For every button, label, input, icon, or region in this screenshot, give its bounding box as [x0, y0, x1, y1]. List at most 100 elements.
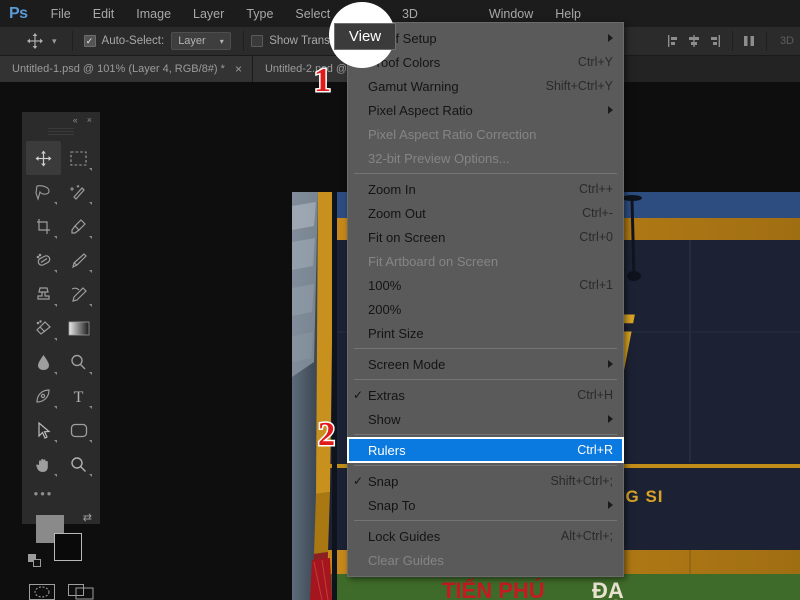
menu-item-label: Clear Guides [368, 552, 444, 568]
menu-item-zoom-out[interactable]: Zoom Out Ctrl+- [348, 201, 623, 225]
brush-tool[interactable] [61, 243, 96, 277]
swap-colors-icon[interactable]: ⇄ [83, 511, 92, 524]
rectangular-marquee-tool[interactable] [61, 141, 96, 175]
show-transform-checkbox[interactable]: ✓ [251, 35, 264, 47]
menu-separator [354, 520, 617, 521]
menu-item-label: Zoom Out [368, 205, 426, 221]
annotation-badge-1: 1 [313, 62, 333, 99]
options-divider-3 [731, 31, 733, 51]
submenu-arrow-icon [608, 106, 613, 114]
menu-item-rulers[interactable]: Rulers Ctrl+R [347, 437, 624, 463]
menu-item-print-size[interactable]: Print Size [348, 321, 623, 345]
options-divider [71, 31, 73, 51]
menu-separator [354, 465, 617, 466]
menu-item-pixel-aspect-ratio[interactable]: Pixel Aspect Ratio [348, 98, 623, 122]
menu-item-shortcut: Ctrl+Y [577, 55, 613, 69]
menu-item-screen-mode[interactable]: Screen Mode [348, 352, 623, 376]
gradient-tool[interactable] [61, 311, 96, 345]
align-right-edges-icon[interactable] [706, 32, 725, 51]
annotation-badge-2: 2 [317, 416, 337, 453]
view-menu-highlighted-button[interactable]: View [334, 23, 396, 50]
menu-item-shortcut: Ctrl+0 [579, 230, 613, 244]
menu-edit[interactable]: Edit [82, 2, 126, 26]
rounded-rectangle-tool[interactable] [61, 413, 96, 447]
dodge-tool[interactable] [61, 345, 96, 379]
hand-tool[interactable] [26, 447, 61, 481]
panel-drag-handle[interactable] [48, 128, 74, 137]
spot-healing-brush-tool[interactable] [26, 243, 61, 277]
menu-item-label: Screen Mode [368, 356, 446, 372]
menu-item-100-percent[interactable]: 100% Ctrl+1 [348, 273, 623, 297]
background-color-swatch[interactable] [54, 533, 82, 561]
document-tab-1[interactable]: Untitled-1.psd @ 101% (Layer 4, RGB/8#) … [0, 56, 253, 82]
menu-item-label: Rulers [368, 442, 406, 458]
screen-mode-icon[interactable] [67, 584, 94, 600]
submenu-arrow-icon [608, 501, 613, 509]
menu-item-label: Fit Artboard on Screen [368, 253, 499, 269]
default-colors-icon[interactable] [28, 554, 41, 567]
align-buttons [664, 32, 725, 51]
menu-item-32-bit-preview-options: 32-bit Preview Options... [348, 146, 623, 170]
auto-select-label: Auto-Select: [101, 35, 165, 47]
menu-item-fit-on-screen[interactable]: Fit on Screen Ctrl+0 [348, 225, 623, 249]
menu-file[interactable]: File [40, 2, 82, 26]
blur-tool[interactable] [26, 345, 61, 379]
menu-item-gamut-warning[interactable]: Gamut Warning Shift+Ctrl+Y [348, 74, 623, 98]
eraser-tool[interactable] [26, 311, 61, 345]
menu-item-shortcut: Ctrl+- [582, 206, 613, 220]
menu-item-zoom-in[interactable]: Zoom In Ctrl++ [348, 177, 623, 201]
move-tool-icon[interactable] [22, 30, 48, 52]
pen-tool[interactable] [26, 379, 61, 413]
menu-item-200-percent[interactable]: 200% [348, 297, 623, 321]
horizontal-type-tool[interactable]: T [61, 379, 96, 413]
lasso-tool[interactable] [26, 175, 61, 209]
path-selection-tool[interactable] [26, 413, 61, 447]
menu-item-snap[interactable]: ✓ Snap Shift+Ctrl+; [348, 469, 623, 493]
menu-item-label: Snap [368, 473, 399, 489]
svg-text:T: T [74, 389, 84, 405]
auto-select-group[interactable]: ✓ Auto-Select: Layer ▾ [83, 32, 232, 50]
menu-item-snap-to[interactable]: Snap To [348, 493, 623, 517]
menu-item-show[interactable]: Show [348, 407, 623, 431]
menu-image[interactable]: Image [125, 2, 182, 26]
menu-item-shortcut: Shift+Ctrl+; [550, 474, 613, 488]
auto-select-checkbox[interactable]: ✓ [83, 35, 96, 47]
quick-selection-tool[interactable] [61, 175, 96, 209]
menu-item-shortcut: Ctrl+R [577, 443, 613, 457]
move-tool[interactable] [26, 141, 61, 175]
quick-mask-icon[interactable] [28, 584, 55, 600]
align-left-edges-icon[interactable] [664, 32, 683, 51]
menu-item-lock-guides[interactable]: Lock Guides Alt+Ctrl+; [348, 524, 623, 548]
threed-mode-label[interactable]: 3D [774, 35, 800, 47]
menu-item-pixel-aspect-ratio-correction: Pixel Aspect Ratio Correction [348, 122, 623, 146]
submenu-arrow-icon [608, 34, 613, 42]
crop-tool[interactable] [26, 209, 61, 243]
auto-select-dropdown[interactable]: Layer ▾ [171, 32, 232, 50]
distribute-icon[interactable] [740, 32, 759, 51]
edit-toolbar-more-icon[interactable]: ••• [26, 481, 61, 505]
menu-item-label: 100% [368, 277, 402, 293]
menu-item-shortcut: Ctrl+H [577, 388, 613, 402]
history-brush-tool[interactable] [61, 277, 96, 311]
close-icon[interactable]: × [235, 63, 242, 75]
tool-preset-chevron-down-icon[interactable]: ▾ [52, 36, 57, 47]
photoshop-window: thegi 292 g .com HỆ THỐNG SI PHO TIẾN PH… [0, 0, 800, 600]
collapse-icon[interactable]: « [73, 115, 78, 125]
zoom-tool[interactable] [61, 447, 96, 481]
submenu-arrow-icon [608, 415, 613, 423]
align-horizontal-centers-icon[interactable] [685, 32, 704, 51]
menu-separator [354, 434, 617, 435]
options-divider-2 [243, 31, 245, 51]
menu-type[interactable]: Type [235, 2, 284, 26]
close-icon[interactable]: × [87, 115, 92, 125]
svg-text:ĐẠ: ĐẠ [592, 578, 624, 600]
menu-layer[interactable]: Layer [182, 2, 235, 26]
menu-item-label: Zoom In [368, 181, 416, 197]
menu-item-label: Lock Guides [368, 528, 441, 544]
eyedropper-tool[interactable] [61, 209, 96, 243]
menu-item-extras[interactable]: ✓ Extras Ctrl+H [348, 383, 623, 407]
clone-stamp-tool[interactable] [26, 277, 61, 311]
menu-item-label: Gamut Warning [368, 78, 459, 94]
options-divider-4 [765, 31, 767, 51]
menu-item-shortcut: Ctrl++ [578, 182, 613, 196]
